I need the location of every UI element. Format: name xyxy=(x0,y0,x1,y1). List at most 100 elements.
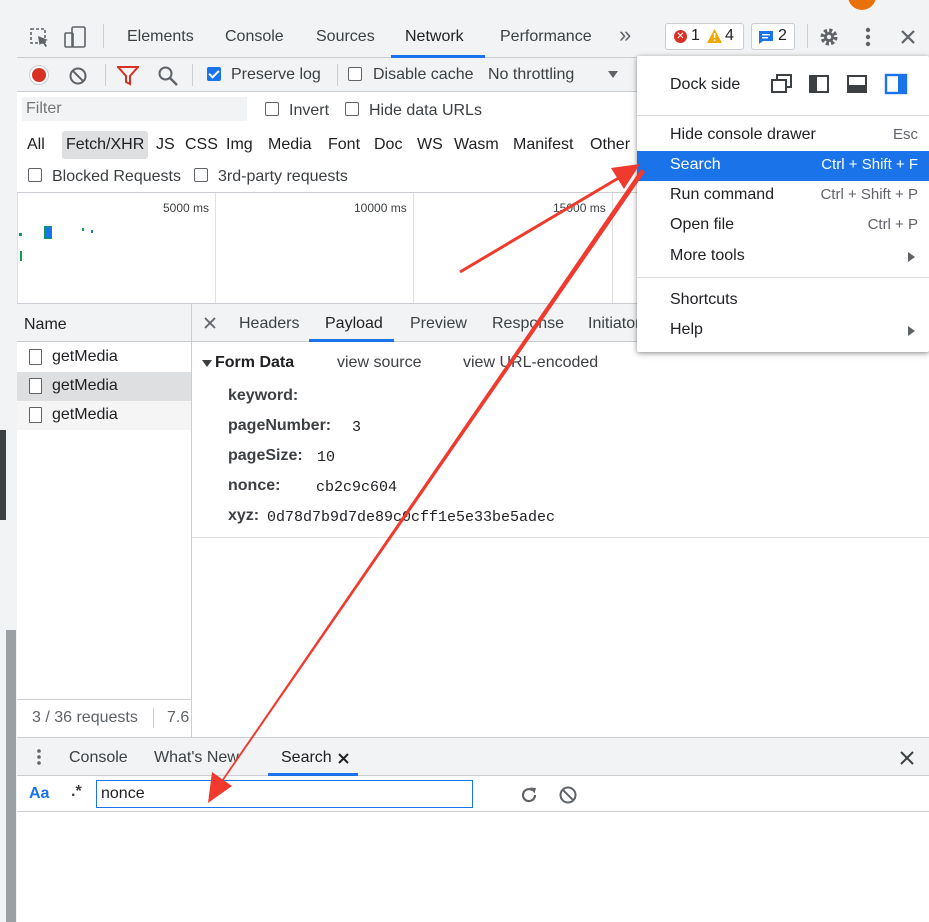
type-filter-js[interactable]: JS xyxy=(156,136,175,154)
blocked-requests-checkbox[interactable] xyxy=(28,168,42,182)
hide-data-urls-checkbox[interactable] xyxy=(345,102,359,116)
filter-funnel-icon[interactable] xyxy=(117,66,139,86)
tab-network[interactable]: Network xyxy=(405,28,464,46)
request-name: getMedia xyxy=(52,348,118,365)
menu-item-shortcuts[interactable]: Shortcuts xyxy=(637,286,929,316)
message-icon xyxy=(759,31,773,44)
view-url-encoded-link[interactable]: view URL-encoded xyxy=(463,354,598,372)
filter-input[interactable] xyxy=(22,97,247,121)
type-filter-img[interactable]: Img xyxy=(226,136,253,154)
message-count: 2 xyxy=(778,27,787,44)
invert-label: Invert xyxy=(289,102,330,119)
detail-tab-preview[interactable]: Preview xyxy=(410,315,467,333)
close-search-tab-icon[interactable] xyxy=(338,753,349,764)
drawer-menu-icon[interactable] xyxy=(36,748,42,766)
menu-item-search[interactable]: Search Ctrl + Shift + F xyxy=(637,151,929,181)
tab-console[interactable]: Console xyxy=(225,28,284,46)
form-data-collapse-icon[interactable] xyxy=(202,360,212,367)
detail-tab-response[interactable]: Response xyxy=(492,315,564,333)
form-field-value: 3 xyxy=(352,419,362,436)
preserve-log-checkbox[interactable] xyxy=(207,67,221,81)
type-filter-media[interactable]: Media xyxy=(268,136,312,154)
view-source-link[interactable]: view source xyxy=(337,354,421,372)
device-toolbar-icon[interactable] xyxy=(63,25,87,49)
clear-search-icon[interactable] xyxy=(558,785,578,805)
messages-counter[interactable]: 2 xyxy=(751,23,795,50)
settings-gear-icon[interactable] xyxy=(818,26,840,48)
request-row[interactable]: getMedia xyxy=(17,372,191,401)
requests-count: 3 / 36 requests xyxy=(32,709,138,726)
menu-item-run-command[interactable]: Run command Ctrl + Shift + P xyxy=(637,181,929,211)
close-devtools-icon[interactable] xyxy=(900,29,916,45)
menu-item-help[interactable]: Help xyxy=(637,316,929,346)
type-filter-doc[interactable]: Doc xyxy=(374,136,402,154)
clear-icon[interactable] xyxy=(68,66,88,86)
menu-item-more-tools[interactable]: More tools xyxy=(637,242,929,272)
request-detail-panel: Headers Payload Preview Response Initiat… xyxy=(192,304,929,737)
disable-cache-checkbox[interactable] xyxy=(348,67,362,81)
throttling-dropdown-arrow-icon[interactable] xyxy=(608,71,618,78)
dock-bottom-icon[interactable] xyxy=(846,74,868,94)
match-case-toggle[interactable]: Aa xyxy=(29,785,49,803)
invert-checkbox[interactable] xyxy=(265,102,279,116)
document-icon xyxy=(29,349,42,365)
detail-tab-headers[interactable]: Headers xyxy=(239,315,299,333)
issues-counter[interactable]: ✕ 1 4 xyxy=(665,23,744,50)
form-field-key: pageSize: xyxy=(228,447,303,464)
form-field-value: 0d78d7b9d7de89c0cff1e5e33be5adec xyxy=(267,509,556,526)
close-detail-icon[interactable] xyxy=(204,317,216,329)
type-filter-css[interactable]: CSS xyxy=(185,136,218,154)
hide-data-urls-label: Hide data URLs xyxy=(369,102,482,119)
dock-side-label: Dock side xyxy=(670,76,741,93)
drawer-tabbar: Console What's New Search xyxy=(17,738,929,776)
request-row[interactable]: getMedia xyxy=(17,401,191,430)
tab-performance[interactable]: Performance xyxy=(500,28,592,46)
detail-tab-payload[interactable]: Payload xyxy=(325,315,383,333)
timeline-request-marker xyxy=(91,230,93,233)
form-data-title[interactable]: Form Data xyxy=(215,354,294,372)
type-filter-other[interactable]: Other xyxy=(590,136,630,154)
undock-icon[interactable] xyxy=(771,74,793,94)
third-party-requests-label: 3rd-party requests xyxy=(218,168,348,185)
request-name: getMedia xyxy=(52,377,118,394)
dock-left-icon[interactable] xyxy=(808,74,830,94)
detail-tab-initiator[interactable]: Initiator xyxy=(588,315,640,333)
throttling-select[interactable]: No throttling xyxy=(488,66,574,84)
menu-item-hide-console-drawer[interactable]: Hide console drawer Esc xyxy=(637,121,929,151)
type-filter-font[interactable]: Font xyxy=(328,136,360,154)
transfer-size: 7.6 xyxy=(167,709,190,726)
refresh-search-icon[interactable] xyxy=(519,785,539,805)
tab-sources[interactable]: Sources xyxy=(316,28,375,46)
third-party-requests-checkbox[interactable] xyxy=(194,168,208,182)
type-filter-manifest[interactable]: Manifest xyxy=(513,136,573,154)
menu-item-open-file[interactable]: Open file Ctrl + P xyxy=(637,211,929,241)
drawer-tab-search[interactable]: Search xyxy=(281,749,332,767)
requests-header: Name xyxy=(17,304,191,342)
blocked-requests-label: Blocked Requests xyxy=(52,168,181,185)
name-column-header[interactable]: Name xyxy=(24,316,67,334)
type-filter-all[interactable]: All xyxy=(27,136,45,154)
preserve-log-label: Preserve log xyxy=(231,66,321,83)
customize-menu-icon[interactable] xyxy=(864,26,872,48)
type-filter-wasm[interactable]: Wasm xyxy=(454,136,499,154)
document-icon xyxy=(29,378,42,394)
more-tabs-chevron-icon[interactable]: » xyxy=(619,22,631,48)
request-row[interactable]: getMedia xyxy=(17,343,191,372)
timeline-request-marker xyxy=(20,251,22,261)
search-query-input[interactable] xyxy=(96,780,473,808)
dock-right-icon[interactable] xyxy=(884,73,908,95)
warning-icon xyxy=(707,29,722,43)
record-button[interactable] xyxy=(29,65,49,85)
type-filter-fetchxhr[interactable]: Fetch/XHR xyxy=(62,131,149,159)
regex-toggle[interactable]: .* xyxy=(71,783,82,801)
inspect-element-icon[interactable] xyxy=(29,27,51,49)
drawer-tab-console[interactable]: Console xyxy=(69,749,128,767)
tab-elements[interactable]: Elements xyxy=(127,28,194,46)
close-drawer-icon[interactable] xyxy=(900,751,914,765)
timeline-request-bar xyxy=(44,226,52,239)
form-field-key: nonce: xyxy=(228,477,281,494)
drawer-tab-whats-new[interactable]: What's New xyxy=(154,749,239,767)
type-filter-ws[interactable]: WS xyxy=(417,136,443,154)
search-toolbar: Aa .* xyxy=(17,776,929,812)
search-icon[interactable] xyxy=(157,65,179,87)
